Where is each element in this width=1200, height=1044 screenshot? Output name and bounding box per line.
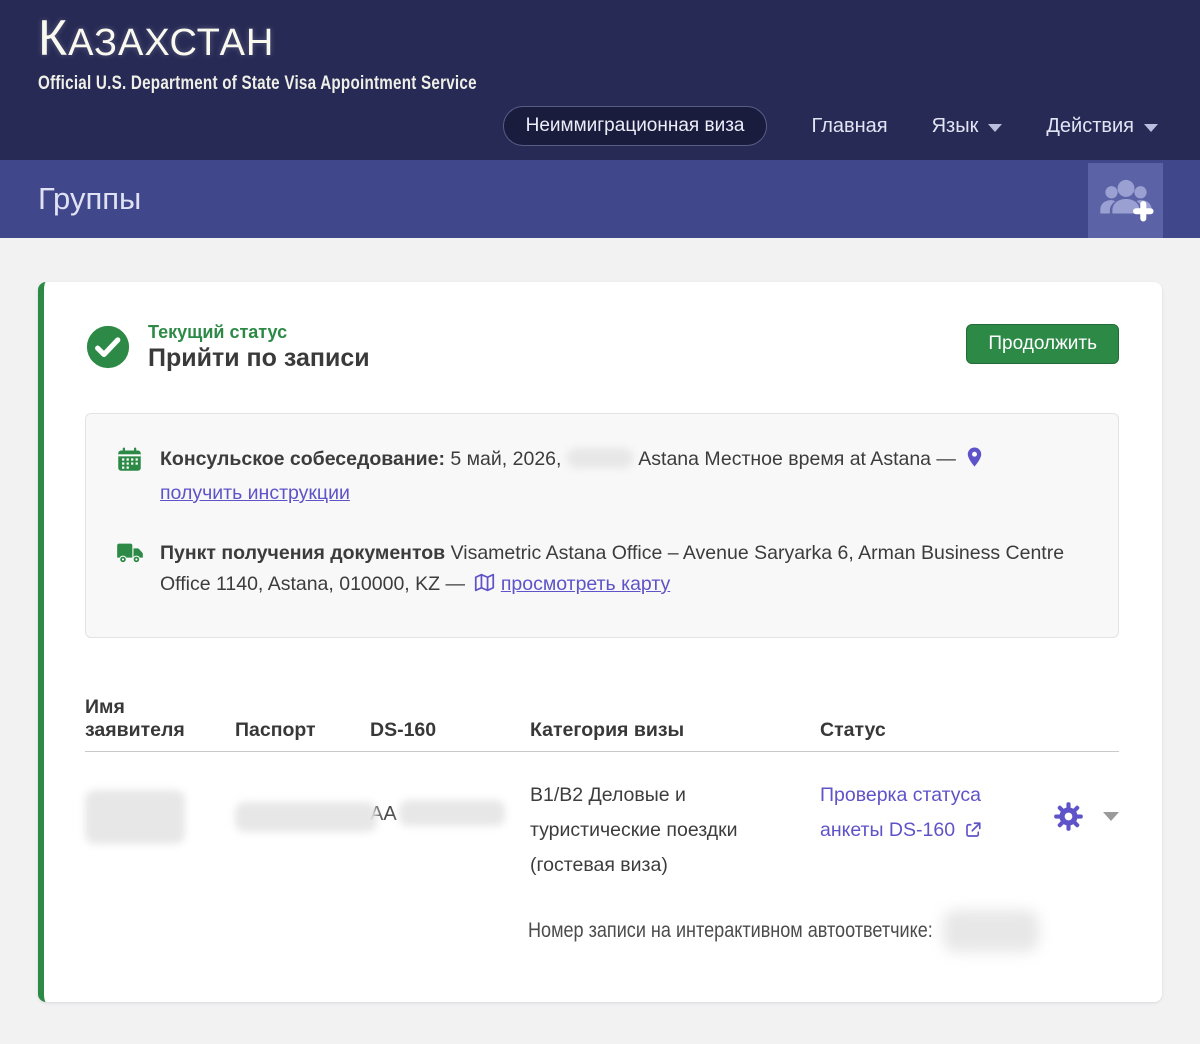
applicant-row: AA B1/B2 Деловые и туристические поездки… bbox=[85, 752, 1119, 902]
applicants-table: Имя заявителя Паспорт DS-160 Категория в… bbox=[85, 696, 1119, 902]
truck-icon bbox=[116, 538, 160, 576]
get-instructions-link[interactable]: получить инструкции bbox=[160, 482, 350, 504]
current-status-value: Прийти по записи bbox=[148, 344, 370, 372]
nav-home[interactable]: Главная bbox=[811, 115, 887, 138]
brand-subtitle: Official U.S. Department of State Visa A… bbox=[38, 72, 477, 94]
document-pickup-text: Пункт получения документов Visametric As… bbox=[160, 538, 1088, 603]
table-header-row: Имя заявителя Паспорт DS-160 Категория в… bbox=[85, 696, 1119, 752]
check-circle-icon bbox=[85, 324, 131, 375]
document-pickup-row: Пункт получения документов Visametric As… bbox=[116, 538, 1088, 603]
status-cell: Проверка статуса анкеты DS-160 bbox=[820, 778, 985, 902]
pickup-label: Пункт получения документов bbox=[160, 542, 446, 564]
brand-rest: АЗАХСТАН bbox=[68, 22, 275, 64]
appointment-info-box: Консульское собеседование: 5 май, 2026, … bbox=[85, 413, 1119, 638]
column-passport: Паспорт bbox=[235, 719, 316, 741]
nav-language-label: Язык bbox=[931, 114, 979, 137]
row-settings-button[interactable] bbox=[1052, 800, 1085, 833]
ds160-status-link[interactable]: Проверка статуса анкеты DS-160 bbox=[820, 784, 981, 841]
nav-actions-menu[interactable]: Действия bbox=[1046, 115, 1158, 138]
status-row: Текущий статус Прийти по записи Продолжи… bbox=[85, 322, 1119, 375]
column-ds160: DS-160 bbox=[370, 719, 437, 741]
gear-icon bbox=[1052, 802, 1085, 836]
visa-category-cell: B1/B2 Деловые и туристические поездки (г… bbox=[530, 784, 738, 876]
calendar-icon bbox=[116, 444, 160, 483]
group-status-card: Текущий статус Прийти по записи Продолжи… bbox=[38, 282, 1162, 1002]
ivr-note: Номер записи на интерактивном автоответч… bbox=[528, 910, 1119, 952]
nav-language-menu[interactable]: Язык bbox=[932, 115, 1003, 138]
ds160-cell: AA bbox=[370, 800, 530, 902]
redacted-appointment-time bbox=[566, 448, 633, 468]
continue-button[interactable]: Продолжить bbox=[966, 324, 1119, 364]
row-expand-chevron-icon[interactable] bbox=[1103, 812, 1119, 821]
appointment-location: Astana Местное время at Astana — bbox=[638, 448, 956, 470]
ivr-note-label: Номер записи на интерактивном автоответч… bbox=[528, 919, 933, 942]
consular-appointment-row: Консульское собеседование: 5 май, 2026, … bbox=[116, 444, 1088, 509]
view-map-link[interactable]: просмотреть карту bbox=[501, 573, 670, 595]
column-visa-category: Категория визы bbox=[530, 719, 685, 741]
appointment-line: Консульское собеседование: 5 май, 2026, … bbox=[160, 444, 1088, 478]
map-icon bbox=[474, 573, 495, 598]
appointment-date: 5 май, 2026, bbox=[450, 448, 562, 470]
chevron-down-icon bbox=[988, 123, 1003, 132]
nav-nonimmigrant-visa[interactable]: Неиммиграционная виза bbox=[502, 106, 768, 146]
brand-title: КАЗАХСТАН bbox=[38, 12, 1160, 65]
redacted-applicant-name bbox=[85, 790, 185, 844]
applicant-name-cell bbox=[85, 778, 235, 902]
page-bar: Группы bbox=[0, 160, 1200, 238]
brand: КАЗАХСТАН Official U.S. Department of St… bbox=[38, 12, 1160, 95]
redacted-ds160-number bbox=[398, 800, 505, 826]
redacted-ivr-number bbox=[942, 910, 1039, 952]
group-add-icon bbox=[1097, 174, 1155, 227]
current-status-label: Текущий статус bbox=[148, 322, 288, 342]
location-pin-icon[interactable] bbox=[965, 447, 984, 473]
consular-appointment-text: Консульское собеседование: 5 май, 2026, … bbox=[160, 444, 1088, 509]
chevron-down-icon bbox=[1144, 123, 1158, 132]
column-applicant-name: Имя заявителя bbox=[85, 696, 185, 741]
brand-initial: К bbox=[38, 10, 69, 66]
column-status: Статус bbox=[820, 719, 886, 741]
main-content: Текущий статус Прийти по записи Продолжи… bbox=[0, 238, 1200, 1002]
view-map-link-group[interactable]: просмотреть карту bbox=[470, 573, 670, 595]
main-nav: Неиммиграционная виза Главная Язык Дейст… bbox=[502, 106, 1158, 146]
redacted-passport-number bbox=[235, 802, 377, 832]
row-actions bbox=[1045, 778, 1119, 902]
status-texts: Текущий статус Прийти по записи bbox=[148, 322, 966, 373]
appointment-label: Консульское собеседование: bbox=[160, 448, 445, 470]
nav-actions-label: Действия bbox=[1046, 114, 1134, 137]
page-title: Группы bbox=[38, 181, 142, 216]
external-link-icon[interactable] bbox=[964, 822, 982, 844]
add-group-button[interactable] bbox=[1088, 163, 1163, 238]
site-header: КАЗАХСТАН Official U.S. Department of St… bbox=[0, 0, 1200, 160]
passport-cell bbox=[235, 778, 377, 902]
